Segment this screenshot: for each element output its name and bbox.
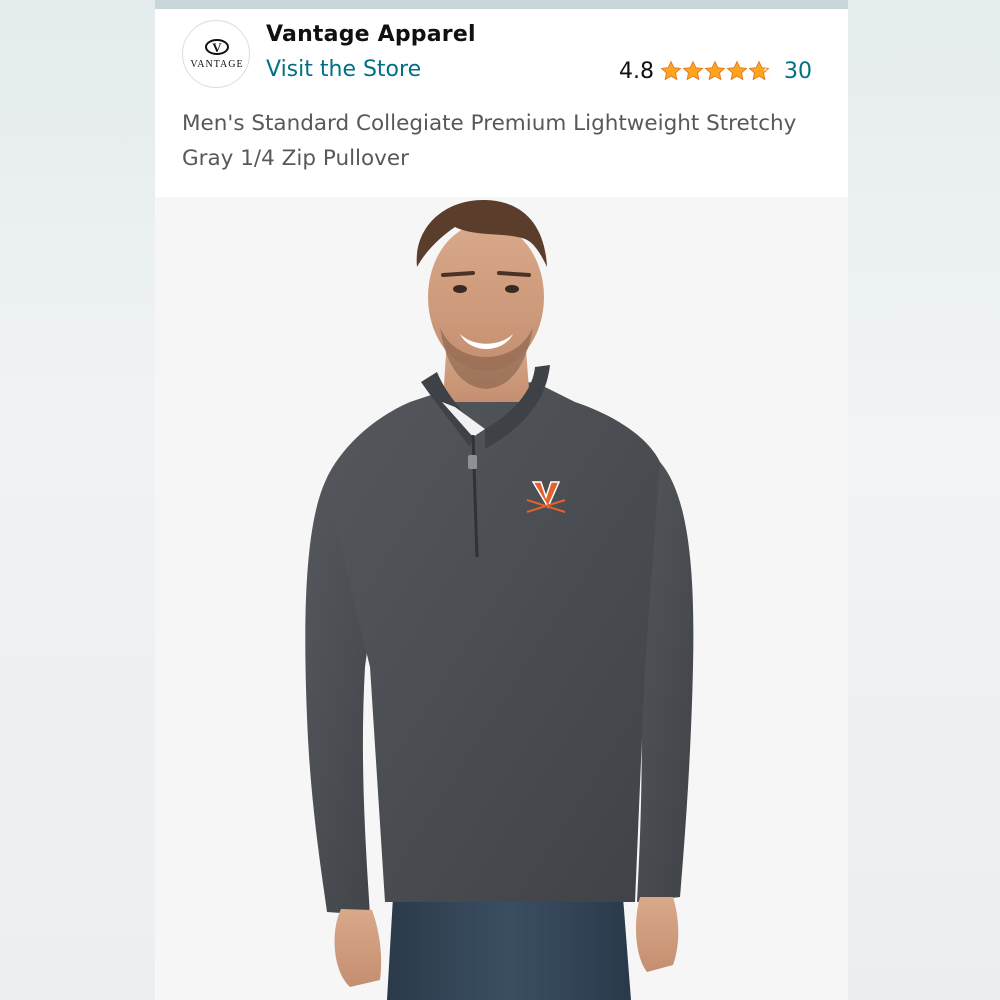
left-eye [453,285,467,293]
vantage-logo-icon: V VANTAGE [190,39,243,70]
star-icon [660,60,682,81]
left-hand [334,909,382,987]
rating-value: 4.8 [619,58,654,84]
star-icon [682,60,704,81]
right-eye [505,285,519,293]
review-count-link[interactable]: 30 [784,59,812,84]
brand-header-card: V VANTAGE Vantage Apparel Visit the Stor… [155,9,848,197]
product-photo[interactable] [155,197,848,1000]
logo-wordmark: VANTAGE [190,59,243,70]
right-brow [497,271,531,277]
logo-glyph: V [212,40,222,55]
star-rating [660,60,770,82]
product-listing-screenshot: V VANTAGE Vantage Apparel Visit the Stor… [155,0,848,1000]
left-brow [441,271,475,277]
zipper-pull [468,455,477,469]
brand-logo[interactable]: V VANTAGE [182,20,250,88]
visit-store-link[interactable]: Visit the Store [266,57,421,82]
star-icon [726,60,748,81]
brand-name: Vantage Apparel [266,22,476,47]
right-hand [635,897,679,972]
left-backdrop [0,0,155,1000]
top-bar [155,0,848,9]
star-icon [704,60,726,81]
model-wearing-pullover-image [305,199,694,1000]
jeans [387,897,631,1000]
product-title: Men's Standard Collegiate Premium Lightw… [182,111,797,171]
pullover-body [325,382,660,902]
star-icon [748,60,770,81]
right-backdrop [848,0,1000,1000]
rating-summary[interactable]: 4.8 30 [619,57,812,85]
